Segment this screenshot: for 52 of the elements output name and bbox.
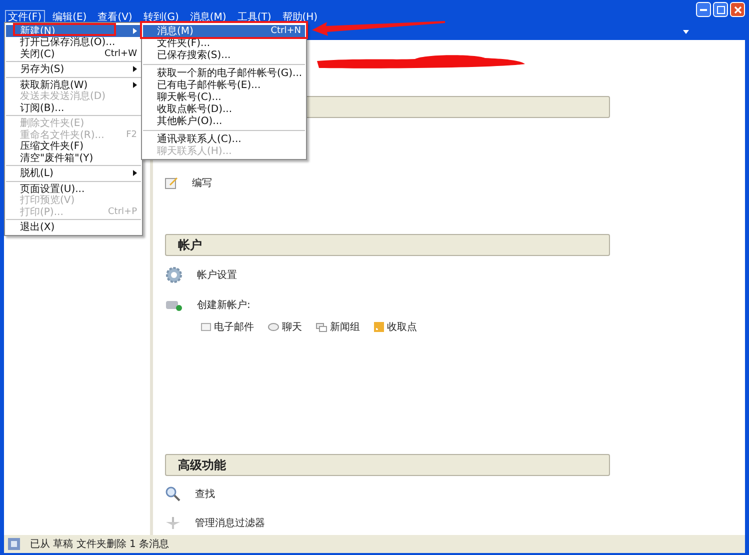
menu-item[interactable]: 收取点帐号(D)...: [143, 103, 305, 115]
account-type-link[interactable]: 收取点: [374, 320, 417, 334]
speech-bubbles-icon: [316, 322, 327, 332]
menu-item[interactable]: 另存为(S): [6, 64, 141, 75]
menu-item[interactable]: 关闭(C) Ctrl+W: [6, 48, 141, 60]
close-button[interactable]: [730, 2, 745, 17]
minimize-button[interactable]: [696, 2, 711, 17]
menu-item[interactable]: 页面设置(U)...: [6, 183, 141, 194]
account-type-link[interactable]: 电子邮件: [201, 320, 254, 334]
menu-item[interactable]: 打开已保存消息(O)...: [6, 36, 141, 48]
menu-item[interactable]: 其他帐户(O)...: [143, 115, 305, 127]
menu-bar-item[interactable]: 帮助(H): [279, 10, 321, 24]
maximize-icon: [716, 6, 724, 14]
envelope-icon: [201, 323, 211, 331]
add-account-icon: [165, 298, 183, 312]
funnel-icon: [165, 516, 181, 530]
account-action-link[interactable]: 帐户设置: [197, 268, 237, 282]
chat-bubble-icon: [268, 322, 279, 332]
account-action-link[interactable]: 编写: [192, 176, 212, 190]
menu-item[interactable]: 清空"废件箱"(Y): [6, 152, 141, 164]
menu-item[interactable]: 退出(X): [6, 222, 141, 233]
menu-item[interactable]: 订阅(B)...: [6, 102, 141, 114]
menu-item[interactable]: 脱机(L): [6, 168, 141, 179]
pencil-note-icon: [165, 177, 178, 189]
account-action-link[interactable]: 查找: [195, 487, 215, 501]
gear-icon: [165, 266, 183, 284]
menu-item[interactable]: 已有电子邮件帐号(E)...: [143, 79, 305, 91]
menu-item[interactable]: 消息(M) Ctrl+N: [143, 25, 305, 37]
menu-bar-item[interactable]: 工具(T): [234, 10, 274, 24]
menu-item[interactable]: 压缩文件夹(F): [6, 140, 141, 152]
status-text: 已从 草稿 文件夹删除 1 条消息: [30, 538, 170, 551]
account-action-link[interactable]: 创建新帐户:: [197, 298, 250, 312]
menu-item[interactable]: 已保存搜索(S)...: [143, 49, 305, 61]
close-icon: [734, 6, 742, 14]
maximize-button[interactable]: [713, 2, 728, 17]
menu-item[interactable]: 通讯录联系人(C)...: [143, 133, 305, 145]
section-title: 高级功能: [178, 456, 226, 474]
account-type-link[interactable]: 聊天: [268, 320, 302, 334]
feed-icon: [374, 322, 384, 332]
menu-item[interactable]: 获取一个新的电子邮件帐号(G)...: [143, 67, 305, 79]
dropdown-arrow-icon[interactable]: [683, 30, 689, 34]
menu-bar-item[interactable]: 编辑(E): [50, 10, 90, 24]
menu-item[interactable]: 聊天帐号(C)...: [143, 91, 305, 103]
account-action-link[interactable]: 管理消息过滤器: [195, 516, 265, 530]
minimize-icon: [700, 8, 707, 11]
search-icon: [165, 486, 181, 502]
menu-bar-item[interactable]: 转到(G): [140, 10, 182, 24]
account-type-link[interactable]: 新闻组: [316, 320, 360, 334]
menu-item[interactable]: 获取新消息(W): [6, 79, 141, 90]
section-title: 帐户: [178, 236, 202, 254]
status-icon: [8, 538, 20, 550]
menu-bar-item[interactable]: 查看(V): [94, 10, 136, 24]
